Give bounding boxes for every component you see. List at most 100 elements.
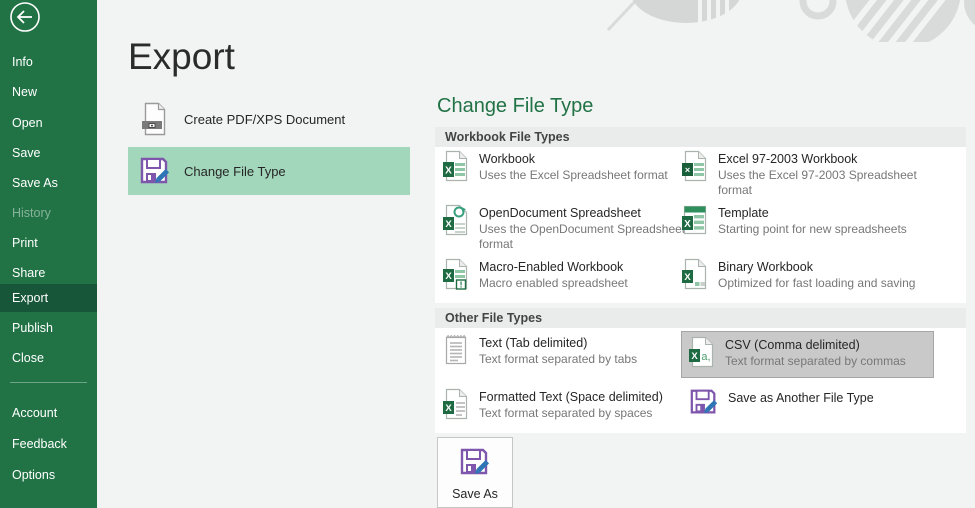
floppy-pencil-icon [138, 152, 172, 190]
svg-text:X: X [445, 166, 452, 177]
sidebar-item-label: History [12, 206, 51, 220]
file-type-text: Formatted Text (Space delimited) Text fo… [479, 388, 663, 421]
file-type-desc: Text format separated by tabs [479, 352, 637, 367]
backstage-sidebar: Info New Open Save Save As History Print… [0, 0, 97, 508]
file-type-desc: Macro enabled spreadsheet [479, 276, 628, 291]
excel-backstage-export: Info New Open Save Save As History Print… [0, 0, 975, 508]
sidebar-item-label: Feedback [12, 437, 67, 451]
file-type-text: Workbook Uses the Excel Spreadsheet form… [479, 150, 668, 183]
file-type-binary[interactable]: X Binary Workbook Optimized for fast loa… [682, 258, 915, 291]
group-header-other-file-types: Other File Types [435, 308, 966, 328]
binary-workbook-icon: X [682, 258, 709, 291]
group-header-workbook-file-types: Workbook File Types [435, 127, 966, 147]
file-type-opendocument[interactable]: X OpenDocument Spreadsheet Uses the Open… [443, 204, 687, 252]
svg-text:×: × [685, 165, 690, 175]
file-type-title: Template [718, 205, 907, 221]
sidebar-item-options[interactable]: Options [0, 461, 97, 489]
file-type-title: Text (Tab delimited) [479, 335, 637, 351]
sidebar-item-label: Open [12, 116, 43, 130]
file-type-csv[interactable]: X a, CSV (Comma delimited) Text format s… [689, 336, 906, 369]
export-option-label: Create PDF/XPS Document [184, 112, 345, 127]
file-type-text: Binary Workbook Optimized for fast loadi… [718, 258, 915, 291]
sidebar-item-save-as[interactable]: Save As [0, 169, 97, 197]
sidebar-item-history: History [0, 199, 97, 227]
svg-text:a,: a, [701, 351, 710, 363]
file-type-template[interactable]: X Template Starting point for new spread… [682, 204, 907, 237]
svg-text:X: X [445, 403, 452, 414]
sidebar-item-label: Publish [12, 321, 53, 335]
file-type-text: CSV (Comma delimited) Text format separa… [725, 336, 906, 369]
export-option-change-file-type[interactable]: Change File Type [128, 147, 410, 195]
sidebar-divider [10, 382, 87, 383]
excel-97-2003-workbook-icon: × [682, 150, 709, 198]
file-type-save-as-another[interactable]: Save as Another File Type [689, 387, 874, 417]
pdf-xps-document-icon [138, 100, 172, 138]
file-type-title: OpenDocument Spreadsheet [479, 205, 687, 221]
sidebar-item-label: Save [12, 146, 41, 160]
file-type-excel-97-2003[interactable]: × Excel 97-2003 Workbook Uses the Excel … [682, 150, 954, 198]
file-type-text: Macro-Enabled Workbook Macro enabled spr… [479, 258, 628, 291]
back-arrow-icon [8, 2, 42, 36]
sidebar-item-save[interactable]: Save [0, 139, 97, 167]
file-type-desc: Starting point for new spreadsheets [718, 222, 907, 237]
file-type-title: CSV (Comma delimited) [725, 337, 906, 353]
svg-text:X: X [445, 271, 452, 282]
group-title: Workbook File Types [445, 130, 570, 144]
file-type-text: Excel 97-2003 Workbook Uses the Excel 97… [718, 150, 954, 198]
file-type-title: Binary Workbook [718, 259, 915, 275]
file-type-text: Text (Tab delimited) Text format separat… [479, 334, 637, 367]
save-as-button-label: Save As [438, 487, 512, 501]
back-button[interactable] [8, 2, 42, 36]
file-type-workbook[interactable]: X Workbook Uses the Excel Spreadsheet fo… [443, 150, 668, 183]
svg-text:X: X [684, 219, 691, 230]
file-type-title: Save as Another File Type [728, 388, 874, 406]
file-type-title: Formatted Text (Space delimited) [479, 389, 663, 405]
text-tab-delimited-icon [443, 334, 470, 367]
page-title: Export [128, 36, 235, 78]
file-type-desc: Uses the Excel Spreadsheet format [479, 168, 668, 183]
sidebar-item-label: Account [12, 406, 57, 420]
file-type-desc: Text format separated by spaces [479, 406, 663, 421]
formatted-text-icon: X [443, 388, 470, 421]
sidebar-item-label: Info [12, 55, 33, 69]
sidebar-item-label: Close [12, 351, 44, 365]
sidebar-item-label: New [12, 85, 37, 99]
sidebar-item-open[interactable]: Open [0, 109, 97, 137]
file-type-macro-enabled[interactable]: X ! Macro-Enabled Workbook Macro enabled… [443, 258, 628, 291]
macro-enabled-workbook-icon: X ! [443, 258, 470, 291]
export-option-create-pdf-xps[interactable]: Create PDF/XPS Document [128, 95, 410, 143]
sidebar-item-account[interactable]: Account [0, 399, 97, 427]
sidebar-item-label: Share [12, 266, 45, 280]
sidebar-item-share[interactable]: Share [0, 259, 97, 287]
floppy-pencil-icon [689, 387, 719, 417]
group-title: Other File Types [445, 311, 542, 325]
file-type-desc: Text format separated by commas [725, 354, 906, 369]
file-type-desc: Uses the OpenDocument Spreadsheet format [479, 222, 687, 252]
sidebar-item-print[interactable]: Print [0, 229, 97, 257]
save-as-button[interactable]: Save As [437, 437, 513, 508]
save-as-floppy-icon [459, 446, 491, 478]
export-option-label: Change File Type [184, 164, 286, 179]
svg-text:X: X [445, 219, 452, 230]
sidebar-item-export[interactable]: Export [0, 284, 97, 312]
sidebar-item-feedback[interactable]: Feedback [0, 430, 97, 458]
template-icon: X [682, 204, 709, 237]
sidebar-item-publish[interactable]: Publish [0, 314, 97, 342]
svg-text:!: ! [460, 279, 463, 289]
file-type-desc: Uses the Excel 97-2003 Spreadsheet forma… [718, 168, 954, 198]
file-type-formatted-text[interactable]: X Formatted Text (Space delimited) Text … [443, 388, 663, 421]
file-type-title: Excel 97-2003 Workbook [718, 151, 954, 167]
file-type-text-tab-delimited[interactable]: Text (Tab delimited) Text format separat… [443, 334, 637, 367]
file-type-text: OpenDocument Spreadsheet Uses the OpenDo… [479, 204, 687, 252]
sidebar-item-label: Export [12, 291, 48, 305]
file-type-text: Template Starting point for new spreadsh… [718, 204, 907, 237]
sidebar-item-info[interactable]: Info [0, 48, 97, 76]
sidebar-item-label: Print [12, 236, 38, 250]
file-type-desc: Optimized for fast loading and saving [718, 276, 915, 291]
panel-heading: Change File Type [437, 95, 593, 118]
csv-file-icon: X a, [689, 336, 716, 369]
opendocument-spreadsheet-icon: X [443, 204, 470, 252]
sidebar-item-close[interactable]: Close [0, 344, 97, 372]
svg-text:X: X [684, 272, 691, 283]
sidebar-item-new[interactable]: New [0, 78, 97, 106]
